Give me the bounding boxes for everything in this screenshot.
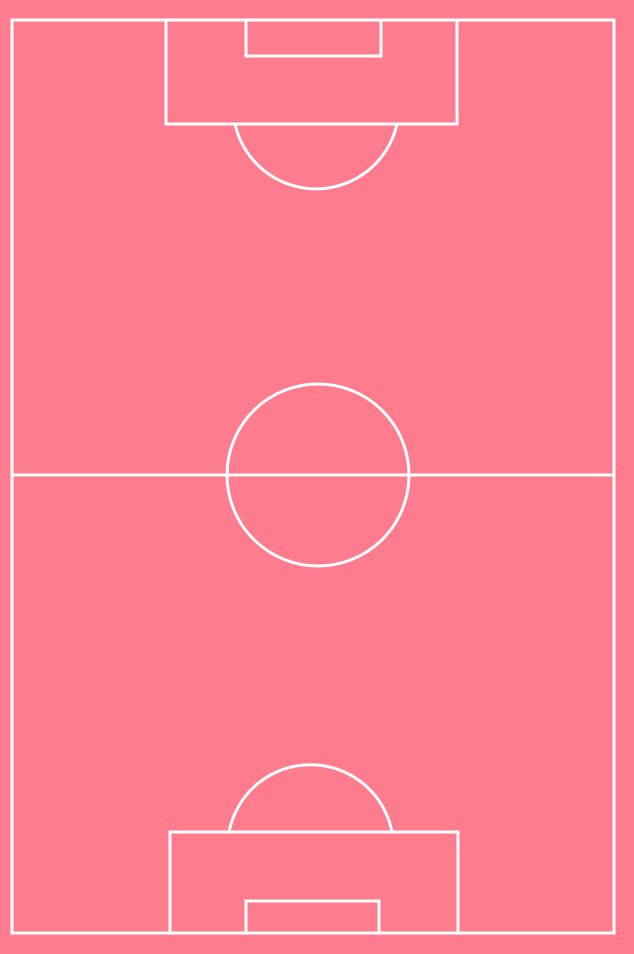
pitch-diagram xyxy=(0,0,634,954)
soccer-pitch xyxy=(0,0,634,954)
pitch-surface xyxy=(0,0,634,954)
